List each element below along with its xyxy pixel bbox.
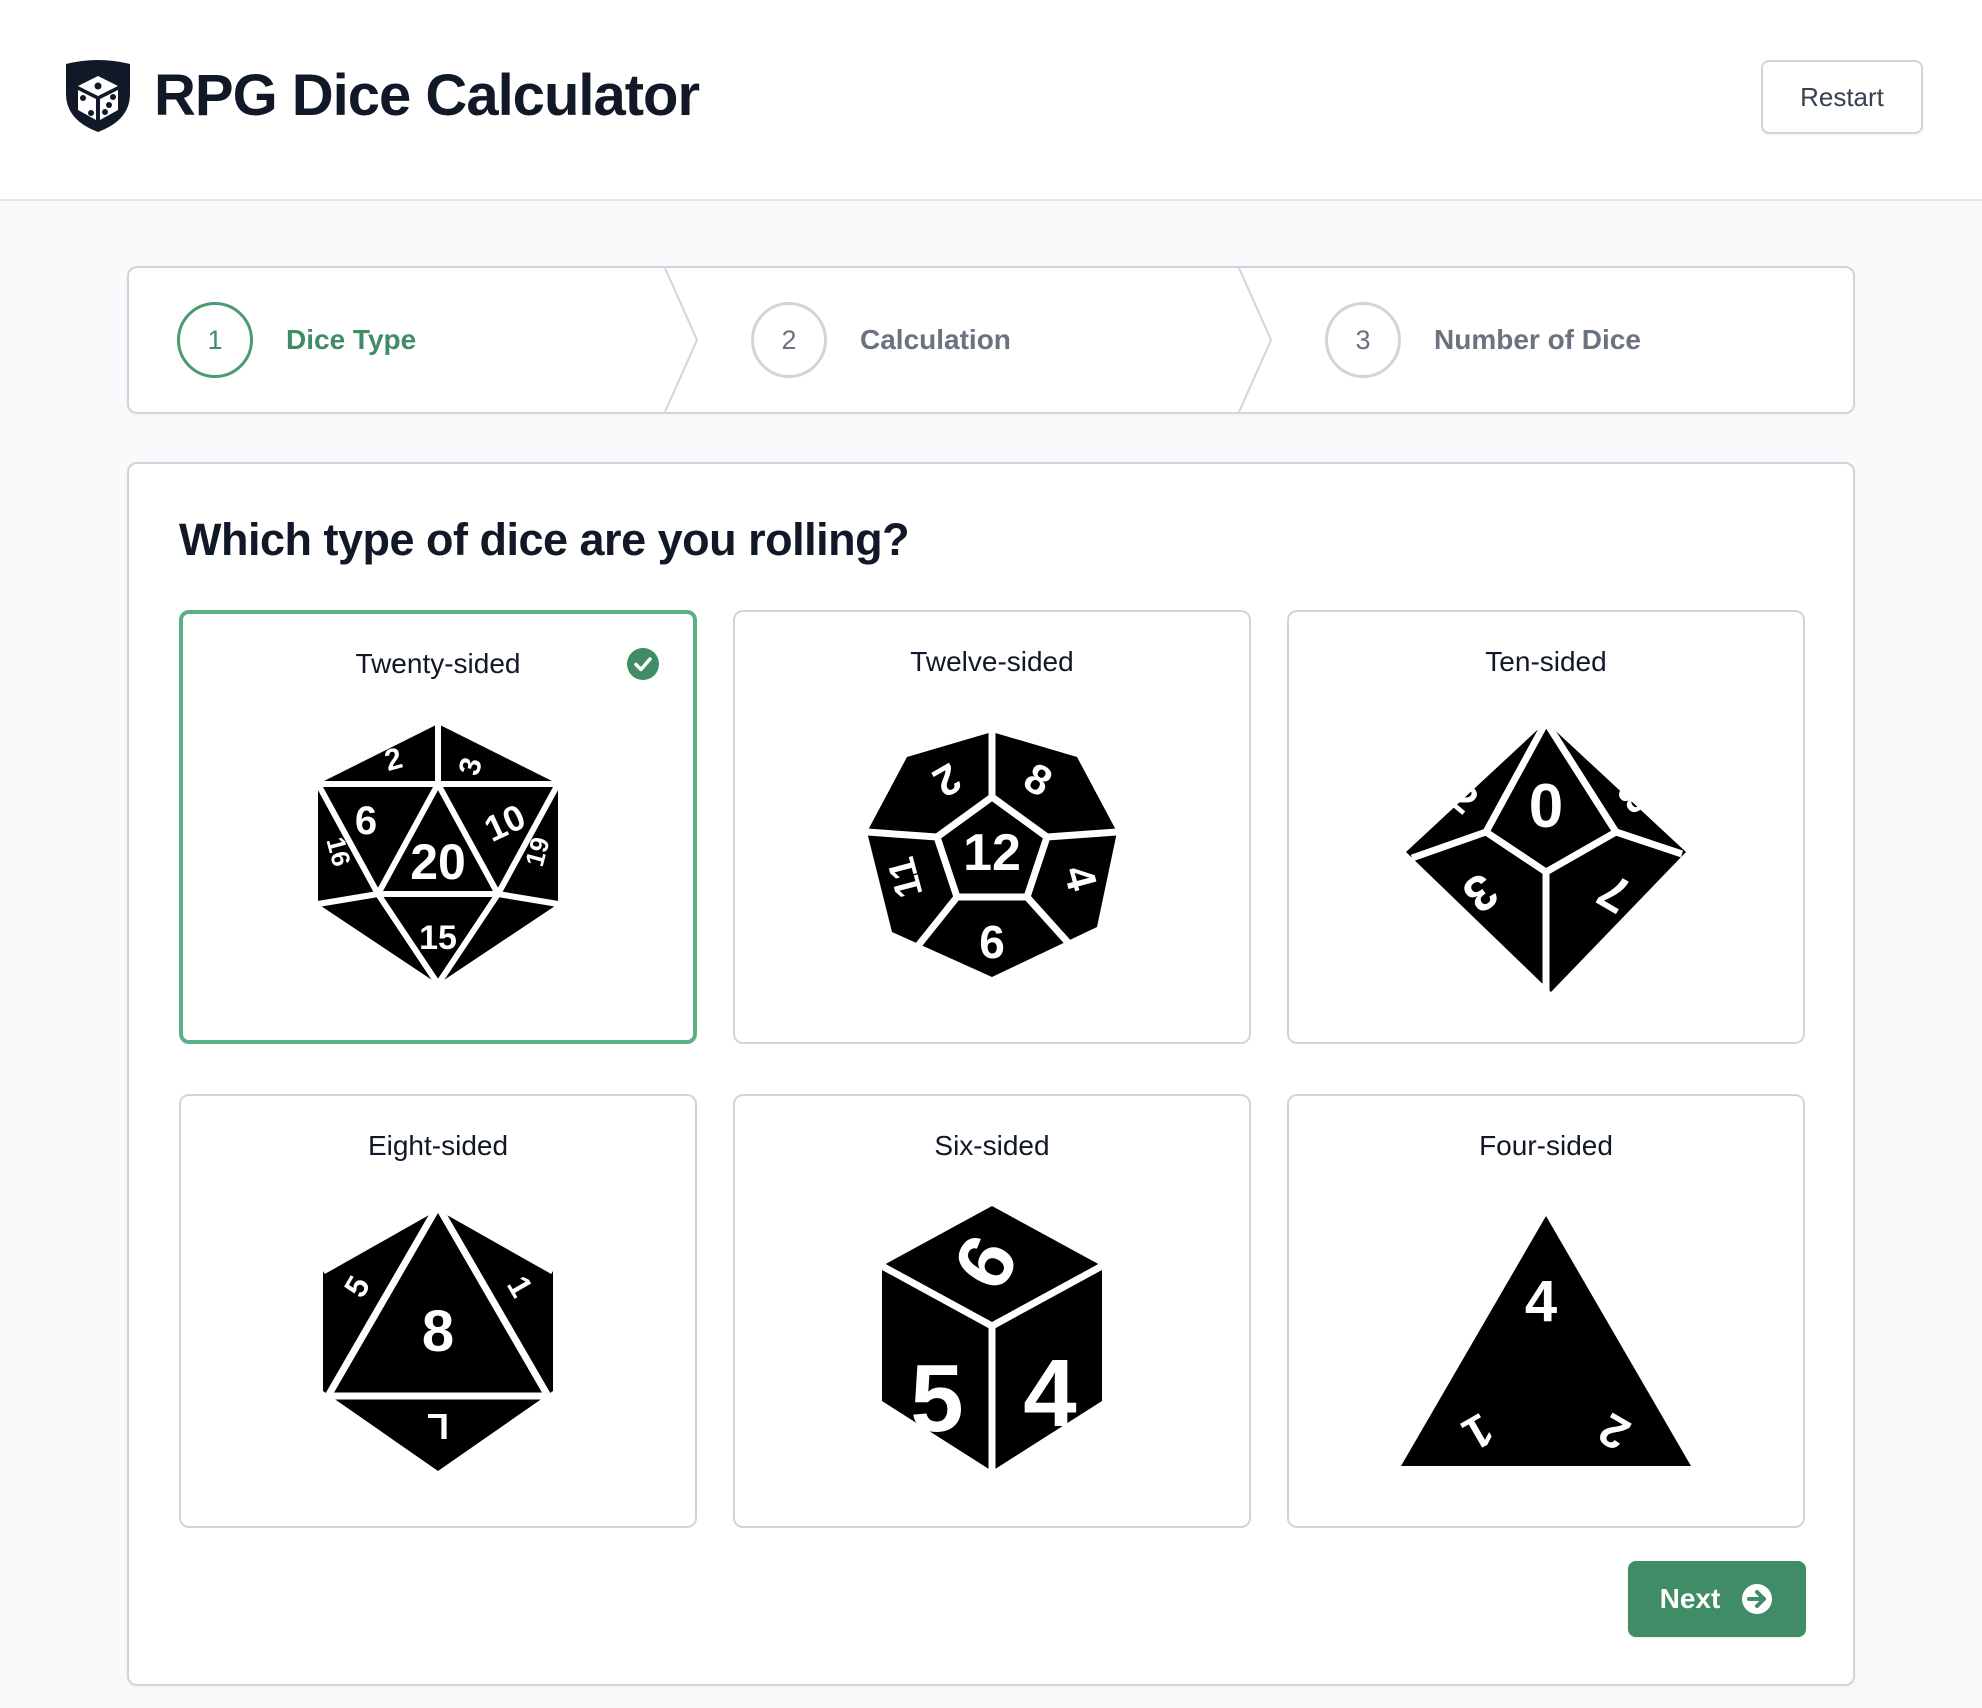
dice-option-label: Four-sided	[1479, 1130, 1613, 1161]
svg-text:L: L	[427, 1406, 449, 1447]
step-label: Number of Dice	[1434, 324, 1641, 355]
arrow-right-circle-icon	[1742, 1584, 1773, 1614]
step-dice-type[interactable]: 1 Dice Type	[177, 268, 416, 412]
dice-option-label: Twenty-sided	[355, 648, 521, 679]
step-separator	[664, 268, 699, 412]
svg-text:4: 4	[1023, 1340, 1076, 1447]
d4-icon: 4 1 2	[1401, 1216, 1691, 1466]
next-button[interactable]: Next	[1628, 1561, 1806, 1637]
svg-text:8: 8	[422, 1299, 454, 1364]
step-number: 1	[177, 302, 253, 378]
dice-option-ten-sided[interactable]: Ten-sided 0 3 7 2 8	[1287, 610, 1805, 1044]
d6-icon: 6 5 4	[880, 1206, 1104, 1471]
dice-option-four-sided[interactable]: Four-sided 4 1 2	[1287, 1094, 1805, 1528]
stepper: 1 Dice Type 2 Calculation 3 Number of Di…	[127, 266, 1855, 414]
d10-icon: 0 3 7 2 8	[1406, 720, 1686, 992]
dice-option-label: Eight-sided	[367, 1130, 509, 1161]
dice-option-label: Ten-sided	[1485, 646, 1607, 677]
dice-option-twelve-sided[interactable]: Twelve-sided 12 6 2 8 4 11	[733, 610, 1251, 1044]
dice-option-label: Twelve-sided	[910, 646, 1074, 677]
svg-text:4: 4	[1525, 1269, 1557, 1334]
dice-shield-icon	[66, 60, 130, 132]
dice-type-panel: Which type of dice are you rolling? Twen…	[127, 462, 1855, 1686]
dice-option-eight-sided[interactable]: Eight-sided 8 L 5 1	[179, 1094, 697, 1528]
step-separator	[1238, 268, 1273, 412]
question-heading: Which type of dice are you rolling?	[179, 514, 910, 565]
svg-text:12: 12	[963, 824, 1021, 882]
app-title: RPG Dice Calculator	[154, 63, 700, 128]
d20-icon: 20 6 10 15 2 3 16 19	[315, 724, 561, 986]
step-number: 2	[751, 302, 827, 378]
svg-text:6: 6	[979, 916, 1005, 968]
svg-text:15: 15	[419, 919, 457, 957]
top-bar: RPG Dice Calculator Restart	[0, 0, 1982, 201]
svg-text:6: 6	[355, 799, 377, 843]
svg-text:5: 5	[910, 1345, 963, 1452]
step-label: Dice Type	[286, 324, 417, 355]
restart-button[interactable]: Restart	[1761, 60, 1923, 134]
dice-option-twenty-sided[interactable]: Twenty-sided 20 6 10 15 2 3 16 19	[179, 610, 697, 1044]
check-circle-icon	[627, 648, 659, 680]
svg-text:0: 0	[1529, 772, 1563, 841]
step-number-of-dice[interactable]: 3 Number of Dice	[1325, 268, 1641, 412]
step-number: 3	[1325, 302, 1401, 378]
svg-text:20: 20	[410, 834, 466, 890]
d8-icon: 8 L 5 1	[321, 1202, 555, 1471]
step-calculation[interactable]: 2 Calculation	[751, 268, 1011, 412]
next-button-label: Next	[1659, 1583, 1721, 1614]
dice-option-label: Six-sided	[934, 1130, 1050, 1161]
step-label: Calculation	[860, 324, 1011, 355]
brand: RPG Dice Calculator	[62, 58, 700, 134]
dice-option-six-sided[interactable]: Six-sided 6 5 4	[733, 1094, 1251, 1528]
d12-icon: 12 6 2 8 4 11	[866, 732, 1118, 977]
